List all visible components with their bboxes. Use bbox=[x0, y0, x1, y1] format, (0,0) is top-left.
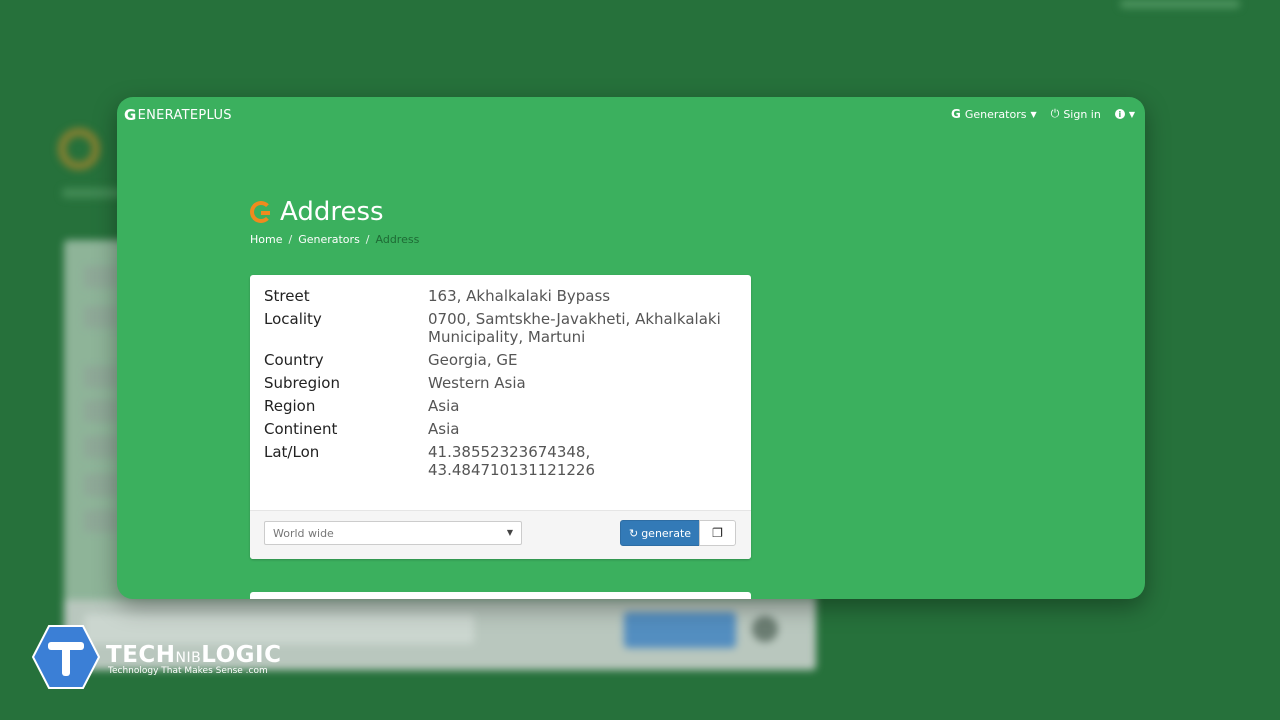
refresh-icon: ↻ bbox=[628, 526, 639, 540]
watermark-name: TECHNIBLOGIC bbox=[106, 642, 281, 668]
bg-decoration bbox=[62, 188, 122, 198]
breadcrumb-current: Address bbox=[375, 233, 420, 246]
breadcrumb-separator: / bbox=[288, 233, 293, 246]
field-label: Street bbox=[264, 287, 310, 305]
field-value: 41.38552323674348, 43.484710131121226 bbox=[428, 443, 596, 479]
navbar: G ENERATEPLUS G Generators ▼ ⏻ Sign in i… bbox=[117, 97, 1145, 131]
generate-label: generate bbox=[641, 526, 692, 540]
field-value: 0700, Samtskhe-Javakheti, Akhalkalaki Mu… bbox=[428, 310, 721, 346]
field-label: Region bbox=[264, 397, 316, 415]
brand-name: ENERATEPLUS bbox=[137, 107, 232, 123]
nav-menu: G Generators ▼ ⏻ Sign in i ▼ bbox=[951, 107, 1135, 121]
bg-icon bbox=[752, 616, 778, 642]
watermark-name-nib: NIB bbox=[175, 650, 202, 666]
generators-label: Generators bbox=[964, 107, 1027, 121]
generators-menu[interactable]: G Generators ▼ bbox=[951, 107, 1037, 121]
address-details: Street 163, Akhalkalaki Bypass Locality … bbox=[250, 275, 751, 479]
bg-logo bbox=[58, 128, 100, 170]
caret-down-icon: ▼ bbox=[506, 528, 513, 537]
field-value: Georgia, GE bbox=[428, 351, 518, 369]
page-title: Address bbox=[250, 197, 419, 227]
bg-decoration bbox=[84, 400, 118, 422]
address-row: Lat/Lon 41.38552323674348, 43.4847101311… bbox=[264, 443, 737, 479]
field-value: Western Asia bbox=[428, 374, 526, 392]
bg-decoration bbox=[84, 436, 118, 458]
field-label: Lat/Lon bbox=[264, 443, 320, 461]
signin-link[interactable]: ⏻ Sign in bbox=[1051, 107, 1101, 121]
page-title-text: Address bbox=[280, 197, 384, 227]
generate-button[interactable]: ↻ generate bbox=[620, 520, 700, 546]
caret-down-icon: ▼ bbox=[1030, 109, 1037, 119]
card-footer: World wide ▼ ↻ generate ❐ bbox=[250, 510, 751, 559]
watermark-name-logic: LOGIC bbox=[201, 642, 282, 668]
app-window: G ENERATEPLUS G Generators ▼ ⏻ Sign in i… bbox=[117, 97, 1145, 599]
address-row: Region Asia bbox=[264, 397, 737, 415]
bg-decoration bbox=[84, 366, 118, 388]
generator-icon: G bbox=[951, 107, 961, 121]
watermark: TECHNIBLOGIC Technology That Makes Sense… bbox=[32, 624, 292, 692]
caret-down-icon: ▼ bbox=[1128, 109, 1135, 119]
bg-decoration bbox=[84, 510, 118, 532]
next-card bbox=[250, 592, 751, 599]
bg-button bbox=[624, 612, 736, 648]
field-value: 163, Akhalkalaki Bypass bbox=[428, 287, 611, 305]
field-label: Locality bbox=[264, 310, 322, 328]
address-row: Street 163, Akhalkalaki Bypass bbox=[264, 287, 737, 305]
bg-decoration bbox=[84, 306, 118, 328]
bg-decoration bbox=[84, 266, 118, 288]
address-row: Country Georgia, GE bbox=[264, 351, 737, 369]
g-logo-icon bbox=[250, 201, 272, 223]
brand-initial: G bbox=[124, 106, 137, 124]
power-icon: ⏻ bbox=[1050, 107, 1060, 120]
field-label: Subregion bbox=[264, 374, 340, 392]
field-value: Asia bbox=[428, 420, 460, 438]
info-menu[interactable]: i ▼ bbox=[1114, 109, 1135, 119]
brand-logo[interactable]: G ENERATEPLUS bbox=[124, 106, 232, 124]
copy-icon: ❐ bbox=[712, 526, 723, 540]
techniblogic-logo-icon bbox=[32, 625, 100, 689]
field-label: Country bbox=[264, 351, 324, 369]
watermark-name-tech: TECH bbox=[106, 642, 176, 668]
breadcrumb-generators[interactable]: Generators bbox=[298, 233, 360, 246]
bg-decoration bbox=[1120, 0, 1240, 8]
info-icon: i bbox=[1114, 109, 1125, 119]
copy-button[interactable]: ❐ bbox=[699, 520, 736, 546]
breadcrumb-separator: / bbox=[365, 233, 370, 246]
region-select-value: World wide bbox=[273, 527, 334, 540]
field-value: Asia bbox=[428, 397, 460, 415]
breadcrumb-home[interactable]: Home bbox=[250, 233, 282, 246]
address-card: Street 163, Akhalkalaki Bypass Locality … bbox=[250, 275, 751, 559]
field-label: Continent bbox=[264, 420, 338, 438]
bg-decoration bbox=[84, 474, 118, 496]
signin-label: Sign in bbox=[1063, 107, 1101, 121]
address-row: Locality 0700, Samtskhe-Javakheti, Akhal… bbox=[264, 310, 737, 346]
region-select[interactable]: World wide ▼ bbox=[264, 521, 522, 545]
address-row: Subregion Western Asia bbox=[264, 374, 737, 392]
watermark-tagline: Technology That Makes Sense .com bbox=[108, 666, 268, 676]
address-row: Continent Asia bbox=[264, 420, 737, 438]
breadcrumb: Home / Generators / Address bbox=[250, 233, 419, 246]
page-header: Address Home / Generators / Address bbox=[250, 197, 419, 246]
